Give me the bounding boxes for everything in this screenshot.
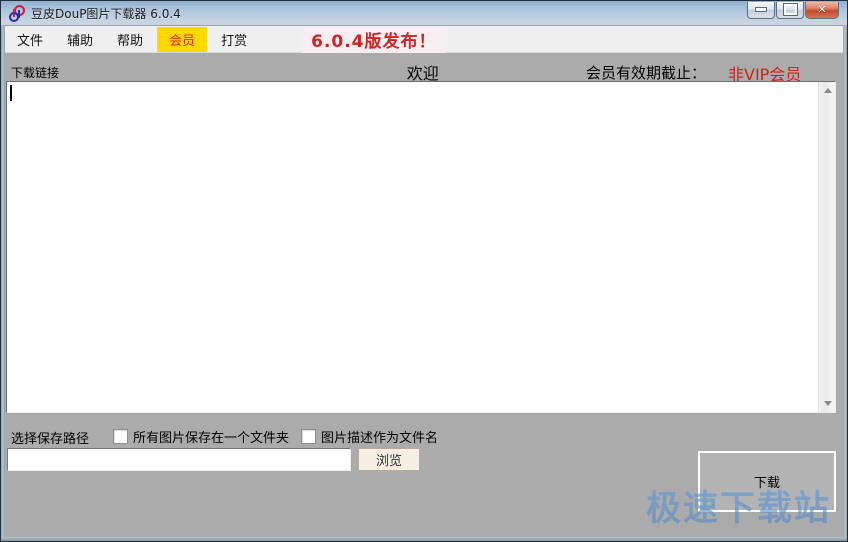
close-icon: ✕: [817, 3, 827, 16]
menu-item-assist[interactable]: 辅助: [55, 27, 105, 52]
text-caret: [10, 85, 12, 101]
maximize-button[interactable]: [776, 1, 804, 19]
release-banner: 6.0.4版发布！: [301, 25, 447, 53]
menu-item-member[interactable]: 会员: [157, 26, 208, 52]
description-filename-checkbox-label[interactable]: 图片描述作为文件名: [321, 427, 438, 446]
app-window: 豆皮DouP图片下载器 6.0.4 ✕ 文件 辅助 帮助 会员 打赏 6.0.4…: [0, 0, 848, 542]
window-controls: ✕: [746, 1, 839, 19]
save-path-label: 选择保存路径: [11, 432, 90, 447]
member-expiry-label: 会员有效期截止：: [586, 64, 707, 82]
scroll-up-icon: [823, 88, 832, 93]
window-frame-left: [1, 25, 5, 541]
title-bar[interactable]: 豆皮DouP图片下载器 6.0.4 ✕: [1, 1, 847, 26]
logo-blue-note-icon: [9, 10, 20, 22]
download-button[interactable]: 下载: [698, 451, 836, 512]
window-frame-right: [843, 25, 847, 541]
window-title: 豆皮DouP图片下载器 6.0.4: [31, 6, 181, 21]
menu-bar: 文件 辅助 帮助 会员 打赏 6.0.4版发布！: [5, 25, 843, 53]
scroll-down-icon: [823, 401, 832, 406]
app-logo-icon: [9, 5, 25, 22]
save-options-row: 所有图片保存在一个文件夹 图片描述作为文件名: [113, 427, 450, 446]
single-folder-checkbox-label[interactable]: 所有图片保存在一个文件夹: [133, 427, 289, 446]
minimize-icon: [755, 7, 767, 12]
minimize-button[interactable]: [747, 1, 775, 19]
browse-button[interactable]: 浏览: [358, 448, 420, 471]
menu-item-file[interactable]: 文件: [5, 27, 55, 52]
save-path-input[interactable]: [7, 448, 351, 471]
description-filename-checkbox[interactable]: [301, 429, 317, 444]
maximize-icon: [782, 3, 798, 16]
download-links-label: 下载链接: [11, 66, 60, 80]
download-links-textarea[interactable]: [6, 81, 836, 413]
window-frame-bottom: [1, 537, 847, 541]
scroll-up-button[interactable]: [819, 82, 836, 99]
vertical-scrollbar[interactable]: [818, 82, 835, 412]
menu-item-help[interactable]: 帮助: [105, 27, 155, 52]
single-folder-checkbox[interactable]: [113, 429, 128, 444]
scroll-down-button[interactable]: [819, 395, 836, 412]
close-button[interactable]: ✕: [805, 1, 839, 19]
menu-item-donate[interactable]: 打赏: [209, 27, 259, 52]
